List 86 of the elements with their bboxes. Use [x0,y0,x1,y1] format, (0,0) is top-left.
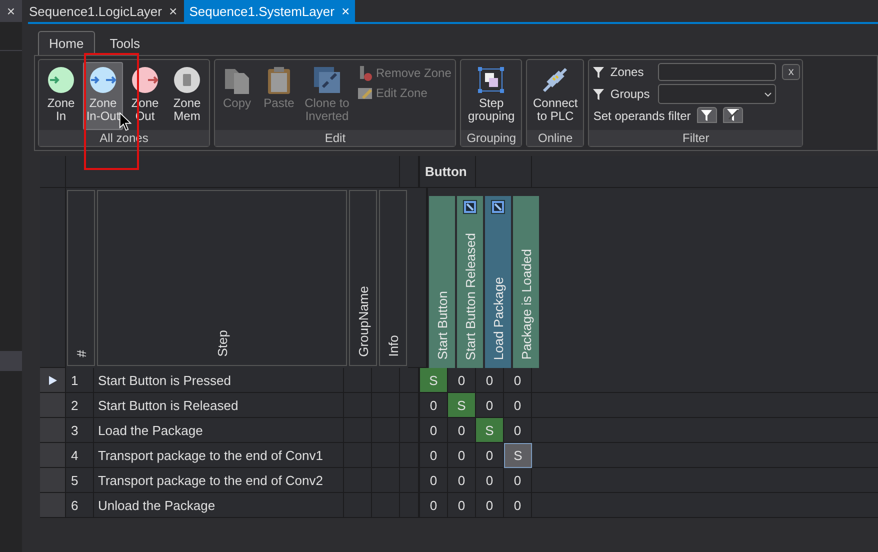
operand-cell[interactable]: 0 [420,468,448,493]
group-label: Edit [215,130,456,146]
zone-icon [130,65,160,95]
operand-cell[interactable]: S [504,443,532,468]
chevron-icon [764,92,772,96]
table-cell: Load the Package [94,418,344,443]
close-icon[interactable]: × [169,3,178,19]
grouping-icon [476,65,506,95]
operand-cell[interactable]: S [448,393,476,418]
zone-icon [88,65,118,95]
funnel-icon [593,88,604,100]
operand-name: Start Button [434,291,450,360]
link-icon [463,200,477,214]
operand-cell[interactable]: 0 [504,393,532,418]
connect-button[interactable]: Connect to PLC [529,62,582,130]
link-icon [491,200,505,214]
close-button[interactable]: × [0,0,22,22]
zones-field[interactable] [658,63,776,81]
funnel-icon [701,110,712,120]
table-cell: 3 [66,418,94,443]
filter-label: Set operands filter [593,109,691,123]
operand-cell[interactable]: 0 [420,418,448,443]
table-cell: Transport package to the end of Conv1 [94,443,344,468]
operand-cell[interactable]: 0 [420,493,448,518]
clear-filter-button[interactable] [722,107,743,123]
table-cell: 5 [66,468,94,493]
clear-filter-icon [726,109,739,121]
operand-header[interactable]: Package is Loaded [513,196,539,368]
chain-icon [312,65,342,95]
zone-icon [172,65,202,95]
document-tab[interactable]: Sequence1.SystemLayer × [184,0,355,22]
operand-cell[interactable]: 0 [504,493,532,518]
operand-cell[interactable]: 0 [448,443,476,468]
column-header[interactable]: Step [97,190,347,366]
ribbon-tab[interactable]: Home [38,31,95,55]
filter-label: Zones [610,65,645,79]
group-label: Online [527,130,584,146]
operand-cell[interactable]: 0 [504,468,532,493]
table-cell: Unload the Package [94,493,344,518]
table-cell: 6 [66,493,94,518]
zone-button[interactable]: Zone In-Out [83,62,123,130]
tab-title: Sequence1.SystemLayer [189,4,334,18]
column-header[interactable]: Info [379,190,407,366]
table-cell: 2 [66,393,94,418]
current-row-icon [48,376,56,384]
operand-cell[interactable]: S [476,418,504,443]
operand-cell[interactable]: 0 [448,468,476,493]
operand-cell[interactable]: 0 [476,493,504,518]
step-grouping-button[interactable]: Step grouping [463,62,520,130]
group-label: Grouping [461,130,522,146]
operand-cell[interactable]: S [420,368,448,393]
filter-label: Groups [610,87,651,101]
table-cell: Start Button is Released [94,393,344,418]
table-cell: Start Button is Pressed [94,368,344,393]
column-header[interactable]: GroupName [349,190,377,366]
column-group-header: Button [420,156,476,188]
operand-header[interactable]: Start Button Released [457,196,483,368]
pointer-icon [119,112,132,132]
operand-header[interactable]: Start Button [429,196,455,368]
close-icon[interactable]: × [341,3,350,19]
operand-cell[interactable]: 0 [420,443,448,468]
operand-cell[interactable]: 0 [476,368,504,393]
funnel-icon [593,66,604,78]
filter-button[interactable] [696,107,717,123]
row-header[interactable] [40,368,66,393]
remove-zone-icon [357,65,373,81]
table-cell: Transport package to the end of Conv2 [94,468,344,493]
zone-button[interactable]: Zone Mem [167,62,207,130]
operand-cell[interactable]: 0 [504,368,532,393]
operand-header[interactable]: Load Package [485,196,511,368]
edit-zone-icon [357,85,373,101]
table-cell: 4 [66,443,94,468]
tab-title: Sequence1.LogicLayer [29,4,162,18]
operand-name: Package is Loaded [518,249,534,360]
column-header[interactable]: # [67,190,95,366]
table-cell: 1 [66,368,94,393]
operand-cell[interactable]: 0 [476,468,504,493]
zone-icon [46,65,76,95]
ribbon-tab[interactable]: Tools [98,31,152,55]
operand-name: Start Button Released [462,232,478,360]
operand-name: Load Package [490,276,506,360]
splitter[interactable] [400,393,420,418]
zone-button[interactable]: Zone In [41,62,81,130]
operand-cell[interactable]: 0 [448,493,476,518]
clear-button[interactable]: x [782,64,800,80]
group-label: Filter [589,130,802,146]
